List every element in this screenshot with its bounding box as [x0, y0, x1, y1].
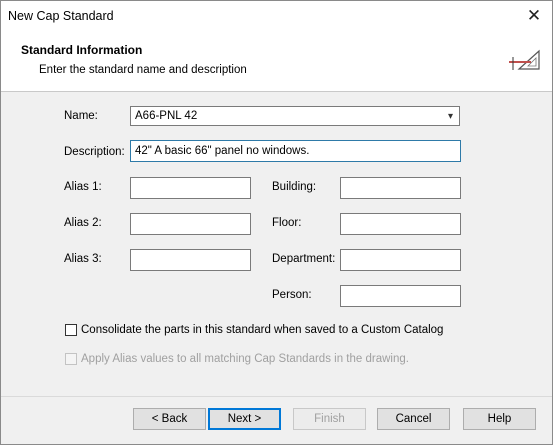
- consolidate-label[interactable]: Consolidate the parts in this standard w…: [81, 324, 443, 336]
- name-value: A66-PNL 42: [135, 110, 198, 122]
- name-combobox[interactable]: A66-PNL 42 ▾: [130, 106, 460, 126]
- alias3-label: Alias 3:: [64, 253, 102, 265]
- title-bar: New Cap Standard ✕: [1, 1, 552, 32]
- help-button[interactable]: Help: [463, 408, 536, 430]
- cancel-button[interactable]: Cancel: [377, 408, 450, 430]
- person-label: Person:: [272, 289, 312, 301]
- building-input[interactable]: [340, 177, 461, 199]
- alias1-input[interactable]: [130, 177, 251, 199]
- description-label: Description:: [64, 146, 125, 158]
- building-label: Building:: [272, 181, 317, 193]
- alias1-label: Alias 1:: [64, 181, 102, 193]
- close-icon[interactable]: ✕: [524, 6, 544, 26]
- consolidate-checkbox[interactable]: [65, 324, 77, 336]
- floor-label: Floor:: [272, 217, 302, 229]
- description-value: 42" A basic 66" panel no windows.: [135, 145, 310, 157]
- name-label: Name:: [64, 110, 98, 122]
- window-title: New Cap Standard: [8, 9, 114, 23]
- department-label: Department:: [272, 253, 336, 265]
- apply-alias-label: Apply Alias values to all matching Cap S…: [81, 353, 409, 365]
- dialog-window: New Cap Standard ✕ Standard Information …: [0, 0, 553, 445]
- alias2-label: Alias 2:: [64, 217, 102, 229]
- department-input[interactable]: [340, 249, 461, 271]
- person-input[interactable]: [340, 285, 461, 307]
- finish-button: Finish: [293, 408, 366, 430]
- header-subtitle: Enter the standard name and description: [39, 64, 247, 76]
- wizard-header: Standard Information Enter the standard …: [1, 32, 552, 92]
- header-title: Standard Information: [21, 43, 143, 57]
- floor-input[interactable]: [340, 213, 461, 235]
- apply-alias-checkbox: [65, 353, 77, 365]
- back-button[interactable]: < Back: [133, 408, 206, 430]
- description-input[interactable]: 42" A basic 66" panel no windows.: [130, 140, 461, 162]
- drafting-triangle-icon: [509, 49, 540, 70]
- alias2-input[interactable]: [130, 213, 251, 235]
- footer-divider: [1, 396, 552, 397]
- alias3-input[interactable]: [130, 249, 251, 271]
- next-button[interactable]: Next >: [208, 408, 281, 430]
- chevron-down-icon[interactable]: ▾: [448, 108, 453, 126]
